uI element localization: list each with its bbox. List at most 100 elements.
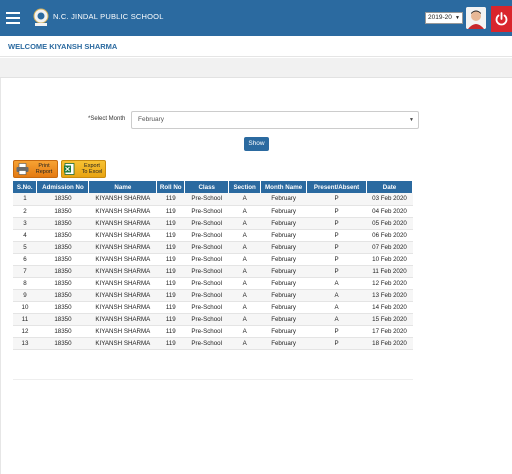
session-year-select[interactable]: 2019-20 ▼	[425, 12, 463, 24]
table-cell: 6	[13, 253, 37, 266]
table-cell: KIYANSH SHARMA	[88, 193, 157, 206]
table-cell: February	[260, 205, 307, 218]
attendance-table-body: 1 18350 KIYANSH SHARMA 119 Pre-School A Februa…	[13, 193, 413, 350]
excel-icon	[64, 163, 75, 175]
table-cell: 17 Feb 2020	[366, 325, 413, 338]
export-excel-button[interactable]: Export To Excel	[61, 160, 106, 178]
logout-button[interactable]	[491, 6, 512, 32]
table-cell: Pre-School	[184, 241, 229, 254]
table-cell: A	[228, 337, 261, 350]
table-cell: 119	[156, 241, 185, 254]
table-cell: 9	[13, 289, 37, 302]
table-cell: 18350	[36, 337, 89, 350]
table-cell: Pre-School	[184, 325, 229, 338]
table-cell: 13 Feb 2020	[366, 289, 413, 302]
column-header: Class	[184, 181, 230, 193]
table-cell: Pre-School	[184, 229, 229, 242]
table-cell: 119	[156, 313, 185, 326]
table-cell: A	[306, 289, 367, 302]
table-row: 9 18350 KIYANSH SHARMA 119 Pre-School A Februa…	[13, 289, 413, 302]
table-cell: 5	[13, 241, 37, 254]
table-cell: KIYANSH SHARMA	[88, 289, 157, 302]
table-cell: 18350	[36, 325, 89, 338]
table-cell: February	[260, 289, 307, 302]
table-cell: 2	[13, 205, 37, 218]
table-cell: 18350	[36, 277, 89, 290]
table-cell: 10	[13, 301, 37, 314]
table-cell: A	[228, 265, 261, 278]
table-cell: KIYANSH SHARMA	[88, 217, 157, 230]
table-cell: P	[306, 337, 367, 350]
table-cell: 05 Feb 2020	[366, 217, 413, 230]
chevron-down-icon: ▼	[409, 117, 414, 123]
table-cell: 119	[156, 217, 185, 230]
table-cell: KIYANSH SHARMA	[88, 337, 157, 350]
top-navbar: N.C. JINDAL PUBLIC SCHOOL 2019-20 ▼	[0, 0, 512, 36]
table-footer-divider	[13, 379, 413, 380]
excel-label-line2: To Excel	[81, 169, 103, 175]
table-cell: February	[260, 325, 307, 338]
table-row: 12 18350 KIYANSH SHARMA 119 Pre-School A Febru…	[13, 325, 413, 338]
month-select[interactable]: February ▼	[131, 111, 419, 129]
table-cell: 18350	[36, 193, 89, 206]
table-cell: 18350	[36, 253, 89, 266]
table-cell: 18350	[36, 289, 89, 302]
table-cell: February	[260, 277, 307, 290]
table-cell: 14 Feb 2020	[366, 301, 413, 314]
toolbar-strip	[0, 58, 512, 78]
table-cell: 7	[13, 265, 37, 278]
table-cell: KIYANSH SHARMA	[88, 301, 157, 314]
table-cell: 04 Feb 2020	[366, 205, 413, 218]
column-header: Present/Absent	[306, 181, 368, 193]
table-cell: A	[306, 277, 367, 290]
table-cell: A	[228, 193, 261, 206]
school-name: N.C. JINDAL PUBLIC SCHOOL	[53, 12, 164, 21]
table-cell: 18350	[36, 241, 89, 254]
table-cell: 119	[156, 325, 185, 338]
table-cell: P	[306, 325, 367, 338]
table-cell: KIYANSH SHARMA	[88, 277, 157, 290]
table-cell: Pre-School	[184, 301, 229, 314]
table-cell: 10 Feb 2020	[366, 253, 413, 266]
column-header: Roll No	[156, 181, 186, 193]
table-cell: 12	[13, 325, 37, 338]
table-cell: 18350	[36, 205, 89, 218]
table-cell: 03 Feb 2020	[366, 193, 413, 206]
table-cell: 8	[13, 277, 37, 290]
table-cell: Pre-School	[184, 277, 229, 290]
table-row: 1 18350 KIYANSH SHARMA 119 Pre-School A Februa…	[13, 193, 413, 206]
table-cell: A	[228, 301, 261, 314]
table-cell: KIYANSH SHARMA	[88, 313, 157, 326]
print-report-button[interactable]: Print Report	[13, 160, 58, 178]
power-icon	[495, 12, 508, 26]
table-cell: 18350	[36, 313, 89, 326]
hamburger-menu-icon[interactable]	[6, 12, 20, 24]
column-header: Month Name	[260, 181, 308, 193]
table-cell: Pre-School	[184, 253, 229, 266]
table-row: 5 18350 KIYANSH SHARMA 119 Pre-School A Februa…	[13, 241, 413, 254]
column-header: S.No.	[13, 181, 38, 193]
table-cell: Pre-School	[184, 313, 229, 326]
table-cell: 11	[13, 313, 37, 326]
table-cell: P	[306, 229, 367, 242]
table-cell: February	[260, 337, 307, 350]
welcome-heading: WELCOME KIYANSH SHARMA	[8, 42, 118, 51]
table-cell: P	[306, 205, 367, 218]
show-button[interactable]: Show	[244, 137, 269, 151]
table-cell: P	[306, 253, 367, 266]
table-cell: Pre-School	[184, 337, 229, 350]
session-year-value: 2019-20	[428, 14, 452, 21]
table-cell: Pre-School	[184, 193, 229, 206]
table-cell: KIYANSH SHARMA	[88, 325, 157, 338]
table-cell: 07 Feb 2020	[366, 241, 413, 254]
table-cell: KIYANSH SHARMA	[88, 241, 157, 254]
attendance-table: S.No. Admission No Name Roll No Class Se…	[13, 181, 413, 350]
table-row: 8 18350 KIYANSH SHARMA 119 Pre-School A Februa…	[13, 277, 413, 290]
column-header: Admission No	[36, 181, 90, 193]
avatar[interactable]	[466, 7, 486, 29]
table-row: 10 18350 KIYANSH SHARMA 119 Pre-School A Febru…	[13, 301, 413, 314]
table-cell: A	[228, 217, 261, 230]
school-logo-icon	[33, 8, 49, 26]
table-cell: A	[228, 205, 261, 218]
table-cell: P	[306, 217, 367, 230]
